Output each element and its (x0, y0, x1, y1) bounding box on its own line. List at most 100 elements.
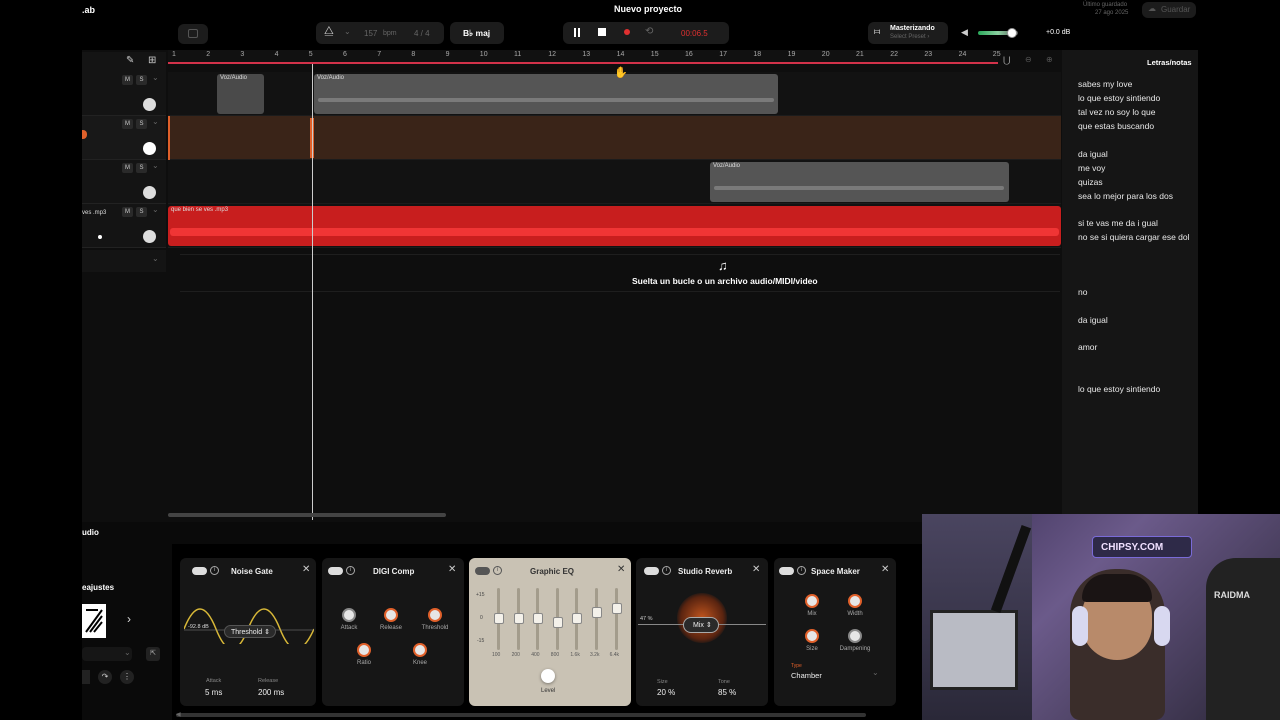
playhead[interactable] (312, 64, 313, 520)
lyric-line[interactable]: tal vez no soy lo que (1078, 107, 1156, 117)
chevron-down-icon[interactable]: ⌄ (152, 117, 159, 126)
solo-button[interactable]: S (136, 119, 147, 129)
scroll-left-icon[interactable]: ◀ (176, 711, 181, 718)
mute-button[interactable]: M (122, 75, 133, 85)
effects-scrollbar[interactable] (176, 713, 866, 717)
volume-knob[interactable] (143, 186, 156, 199)
preset-logo[interactable] (82, 604, 106, 638)
pencil-icon[interactable]: ✎ (126, 55, 134, 66)
add-track-row[interactable]: ⌄ (82, 250, 166, 272)
info-icon[interactable]: i (210, 566, 219, 575)
key-button[interactable]: B♭ maj (450, 22, 504, 44)
chevron-down-icon[interactable]: ⌄ (152, 73, 159, 82)
eq-band-slider[interactable] (533, 613, 544, 624)
plugin-toggle[interactable] (192, 567, 207, 575)
release-value[interactable]: 200 ms (258, 688, 284, 697)
magnet-icon[interactable]: ⋃ (1003, 55, 1010, 66)
metronome-icon[interactable]: ⧋ (324, 25, 334, 38)
threshold-knob[interactable] (428, 608, 442, 622)
record-arm-indicator[interactable] (82, 130, 87, 139)
close-icon[interactable]: ✕ (881, 564, 889, 575)
mute-button[interactable]: M (122, 207, 133, 217)
timeline-ruler[interactable]: 1 2 3 4 5 6 7 8 9 10 11 12 13 14 15 16 17 18 19 20 21 22 23 24 2… (168, 50, 1001, 64)
mute-button[interactable]: M (122, 119, 133, 129)
horizontal-scrollbar[interactable] (168, 513, 446, 517)
lyric-line[interactable]: lo que estoy sintiendo (1078, 384, 1160, 394)
ratio-knob[interactable] (357, 643, 371, 657)
reverb-mode-select[interactable]: Mix ⇕ (683, 617, 719, 633)
gate-mode-select[interactable]: Threshold ⇕ (224, 625, 276, 638)
info-icon[interactable]: i (797, 566, 806, 575)
info-icon[interactable]: i (662, 566, 671, 575)
redo-icon[interactable]: ↷ (98, 670, 112, 684)
save-button[interactable]: ☁ Guardar (1142, 2, 1196, 18)
mix-knob[interactable] (805, 594, 819, 608)
track-header-3[interactable]: M S ⌄ (82, 160, 166, 204)
lyric-line[interactable]: amor (1078, 342, 1097, 352)
close-icon[interactable]: ✕ (302, 564, 310, 575)
chevron-right-icon[interactable]: › (127, 612, 131, 626)
mute-button[interactable]: M (122, 163, 133, 173)
audio-clip[interactable]: Voz/Audio (314, 74, 778, 114)
audio-clip[interactable]: Voz/Audio (710, 162, 1009, 202)
lyric-line[interactable]: que estas buscando (1078, 121, 1154, 131)
lyric-line[interactable]: da igual (1078, 149, 1108, 159)
track-header-4[interactable]: ves .mp3 M S ⌄ (82, 204, 166, 248)
lyric-line[interactable]: sabes my love (1078, 79, 1132, 89)
mp3-clip[interactable]: que bien se ves .mp3 (168, 206, 1061, 246)
plugin-icon[interactable] (82, 670, 90, 684)
chevron-down-icon[interactable]: ⌄ (344, 27, 351, 36)
level-knob[interactable] (541, 669, 555, 683)
mastering-button[interactable]: ⧦ Masterizando Select Preset › (868, 22, 948, 44)
presets-label[interactable]: eajustes (82, 583, 114, 592)
release-knob[interactable] (384, 608, 398, 622)
solo-button[interactable]: S (136, 207, 147, 217)
close-icon[interactable]: ✕ (752, 564, 760, 575)
chevron-down-icon[interactable]: ⌄ (152, 161, 159, 170)
pause-icon[interactable] (574, 28, 576, 37)
eq-band-slider[interactable] (552, 617, 563, 628)
lyric-line[interactable]: me voy (1078, 163, 1105, 173)
size-knob[interactable] (805, 629, 819, 643)
eq-band-slider[interactable] (592, 607, 602, 618)
lyric-line[interactable]: si te vas me da i gual (1078, 218, 1158, 228)
collapse-icon[interactable]: ⇱ (146, 647, 160, 661)
lyric-line[interactable]: quizas (1078, 177, 1103, 187)
size-value[interactable]: 20 % (657, 688, 675, 697)
eq-band-slider[interactable] (494, 613, 504, 624)
loop-icon[interactable]: ⟲ (645, 26, 653, 37)
lyric-line[interactable]: lo que estoy sintiendo (1078, 93, 1160, 103)
track-lane-4[interactable]: que bien se ves .mp3 (168, 204, 1061, 248)
bpm-value[interactable]: 157 (364, 29, 377, 38)
track-lane-3[interactable]: Voz/Audio (168, 160, 1061, 204)
attack-knob[interactable] (342, 608, 356, 622)
eq-band-slider[interactable] (572, 613, 583, 624)
lyric-line[interactable]: sea lo mejor para los dos (1078, 191, 1173, 201)
zoom-in-icon[interactable]: ⊕ (1046, 55, 1053, 64)
info-icon[interactable]: i (346, 566, 355, 575)
solo-button[interactable]: S (136, 163, 147, 173)
volume-knob[interactable] (143, 142, 156, 155)
project-title[interactable]: Nuevo proyecto (614, 4, 682, 14)
more-icon[interactable]: ⋮ (120, 670, 134, 684)
plugin-toggle[interactable] (475, 567, 490, 575)
plugin-toggle[interactable] (779, 567, 794, 575)
zoom-out-icon[interactable]: ⊖ (1025, 55, 1032, 64)
chevron-down-icon[interactable]: ⌄ (124, 648, 131, 657)
eq-band-slider[interactable] (513, 613, 524, 624)
lyric-line[interactable]: no (1078, 287, 1087, 297)
record-icon[interactable] (624, 29, 630, 35)
track-name[interactable]: ves .mp3 (82, 210, 106, 216)
close-icon[interactable]: ✕ (448, 564, 456, 575)
plugin-toggle[interactable] (644, 567, 659, 575)
lyric-line[interactable]: da igual (1078, 315, 1108, 325)
track-header-2[interactable]: M S ⌄ (82, 116, 166, 160)
time-signature[interactable]: 4 / 4 (414, 29, 430, 38)
chevron-down-icon[interactable]: ⌄ (152, 254, 159, 263)
stop-icon[interactable] (598, 28, 606, 36)
track-lane-2[interactable] (168, 116, 1061, 160)
close-icon[interactable]: ✕ (617, 564, 625, 575)
solo-button[interactable]: S (136, 75, 147, 85)
track-header-1[interactable]: M S ⌄ (82, 72, 166, 116)
pan-dot[interactable] (98, 235, 102, 239)
